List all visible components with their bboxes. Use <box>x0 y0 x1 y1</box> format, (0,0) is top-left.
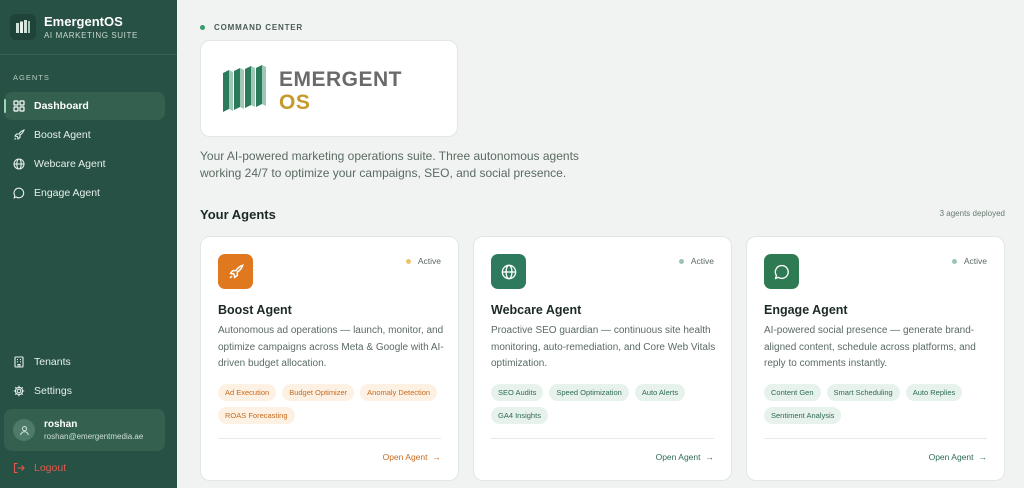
agents-count: 3 agents deployed <box>939 209 1005 218</box>
sidebar-item-webcare-agent[interactable]: Webcare Agent <box>4 150 165 178</box>
agent-card-boost[interactable]: Active Boost Agent Autonomous ad operati… <box>200 236 459 481</box>
user-name: roshan <box>44 419 78 430</box>
arrow-right-icon: → <box>705 452 715 462</box>
tag-list: Ad Execution Budget Optimizer Anomaly De… <box>218 384 446 430</box>
brand-logo-icon <box>10 14 36 40</box>
agents-section-title: Your Agents <box>200 207 276 222</box>
sidebar-item-label: Boost Agent <box>34 129 91 141</box>
sidebar-item-label: Settings <box>34 385 72 397</box>
building-icon <box>13 356 25 368</box>
brand-name: EmergentOS <box>44 14 123 29</box>
brand-subtitle: AI MARKETING SUITE <box>44 31 138 40</box>
hero-description: Your AI-powered marketing operations sui… <box>200 149 579 180</box>
card-divider <box>764 438 987 439</box>
command-center-text: COMMAND CENTER <box>214 23 303 32</box>
tag: Anomaly Detection <box>360 384 438 401</box>
status-badge: Active <box>951 256 987 266</box>
main-content: COMMAND CENTER EMERGENT OS Your AI-power… <box>177 0 1024 488</box>
user-email: roshan@emergentmedia.ae <box>44 432 144 441</box>
status-text: Active <box>690 256 714 266</box>
tag-list: SEO Audits Speed Optimization Auto Alert… <box>491 384 719 430</box>
emergent-logo-icon <box>223 65 266 112</box>
tag: Ad Execution <box>218 384 277 401</box>
hero-logo-card: EMERGENT OS <box>200 40 458 137</box>
card-title: Webcare Agent <box>491 303 582 317</box>
user-icon <box>19 425 29 435</box>
status-text: Active <box>417 256 441 266</box>
tag: Sentiment Analysis <box>764 407 842 424</box>
status-dot <box>678 258 684 264</box>
open-agent-link[interactable]: Open Agent → <box>383 452 441 462</box>
card-description: Proactive SEO guardian — continuous site… <box>491 325 716 369</box>
sidebar-item-boost-agent[interactable]: Boost Agent <box>4 121 165 149</box>
card-description: AI-powered social presence — generate br… <box>764 325 976 369</box>
rocket-icon <box>218 254 253 289</box>
sidebar-nav: Dashboard Boost Agent Webcare Agent Enga… <box>4 92 165 208</box>
tag: SEO Audits <box>491 384 544 401</box>
status-dot <box>200 25 205 30</box>
tag: Smart Scheduling <box>826 384 900 401</box>
card-divider <box>491 438 714 439</box>
grid-icon <box>13 100 25 112</box>
globe-icon <box>13 158 25 170</box>
brand[interactable]: EmergentOS AI MARKETING SUITE <box>10 14 138 40</box>
sidebar-item-settings[interactable]: Settings <box>4 377 165 405</box>
card-description: Autonomous ad operations — launch, monit… <box>218 325 444 369</box>
agent-card-webcare[interactable]: Active Webcare Agent Proactive SEO guard… <box>473 236 732 481</box>
sidebar-item-label: Webcare Agent <box>34 158 106 170</box>
tag: Auto Replies <box>905 384 963 401</box>
globe-icon <box>491 254 526 289</box>
open-agent-label: Open Agent <box>382 452 428 462</box>
open-agent-label: Open Agent <box>928 452 974 462</box>
arrow-right-icon: → <box>432 452 442 462</box>
tag: ROAS Forecasting <box>218 407 295 424</box>
tag: Speed Optimization <box>549 384 629 401</box>
gear-icon <box>13 385 25 397</box>
rocket-icon <box>13 129 25 141</box>
tag: Auto Alerts <box>634 384 686 401</box>
status-dot <box>405 258 411 264</box>
sidebar-item-label: Engage Agent <box>34 187 100 199</box>
card-divider <box>218 438 441 439</box>
chat-icon <box>13 187 25 199</box>
open-agent-link[interactable]: Open Agent → <box>656 452 714 462</box>
sidebar: EmergentOS AI MARKETING SUITE AGENTS Das… <box>0 0 177 488</box>
hero-wordmark-emergent: EMERGENT <box>279 68 403 91</box>
sidebar-bottom-nav: Tenants Settings <box>4 348 165 406</box>
sidebar-item-tenants[interactable]: Tenants <box>4 348 165 376</box>
sidebar-item-dashboard[interactable]: Dashboard <box>4 92 165 120</box>
logout-icon <box>13 462 25 474</box>
user-profile[interactable]: roshan roshan@emergentmedia.ae <box>4 409 165 451</box>
status-badge: Active <box>405 256 441 266</box>
tag-list: Content Gen Smart Scheduling Auto Replie… <box>764 384 992 430</box>
chat-icon <box>764 254 799 289</box>
sidebar-item-label: Dashboard <box>34 100 89 112</box>
avatar <box>13 419 35 441</box>
agent-card-engage[interactable]: Active Engage Agent AI-powered social pr… <box>746 236 1005 481</box>
status-dot <box>951 258 957 264</box>
agents-section-label: AGENTS <box>13 73 50 82</box>
tag: GA4 Insights <box>491 407 548 424</box>
sidebar-item-engage-agent[interactable]: Engage Agent <box>4 179 165 207</box>
status-text: Active <box>963 256 987 266</box>
open-agent-link[interactable]: Open Agent → <box>929 452 987 462</box>
card-title: Engage Agent <box>764 303 848 317</box>
open-agent-label: Open Agent <box>655 452 701 462</box>
command-center-label: COMMAND CENTER <box>200 23 303 32</box>
sidebar-divider <box>0 54 177 55</box>
logout-label: Logout <box>34 462 67 474</box>
arrow-right-icon: → <box>978 452 988 462</box>
logout-button[interactable]: Logout <box>13 462 66 474</box>
tag: Content Gen <box>764 384 821 401</box>
card-title: Boost Agent <box>218 303 292 317</box>
tag: Budget Optimizer <box>282 384 355 401</box>
sidebar-item-label: Tenants <box>34 356 71 368</box>
hero-wordmark-os: OS <box>279 91 311 114</box>
status-badge: Active <box>678 256 714 266</box>
